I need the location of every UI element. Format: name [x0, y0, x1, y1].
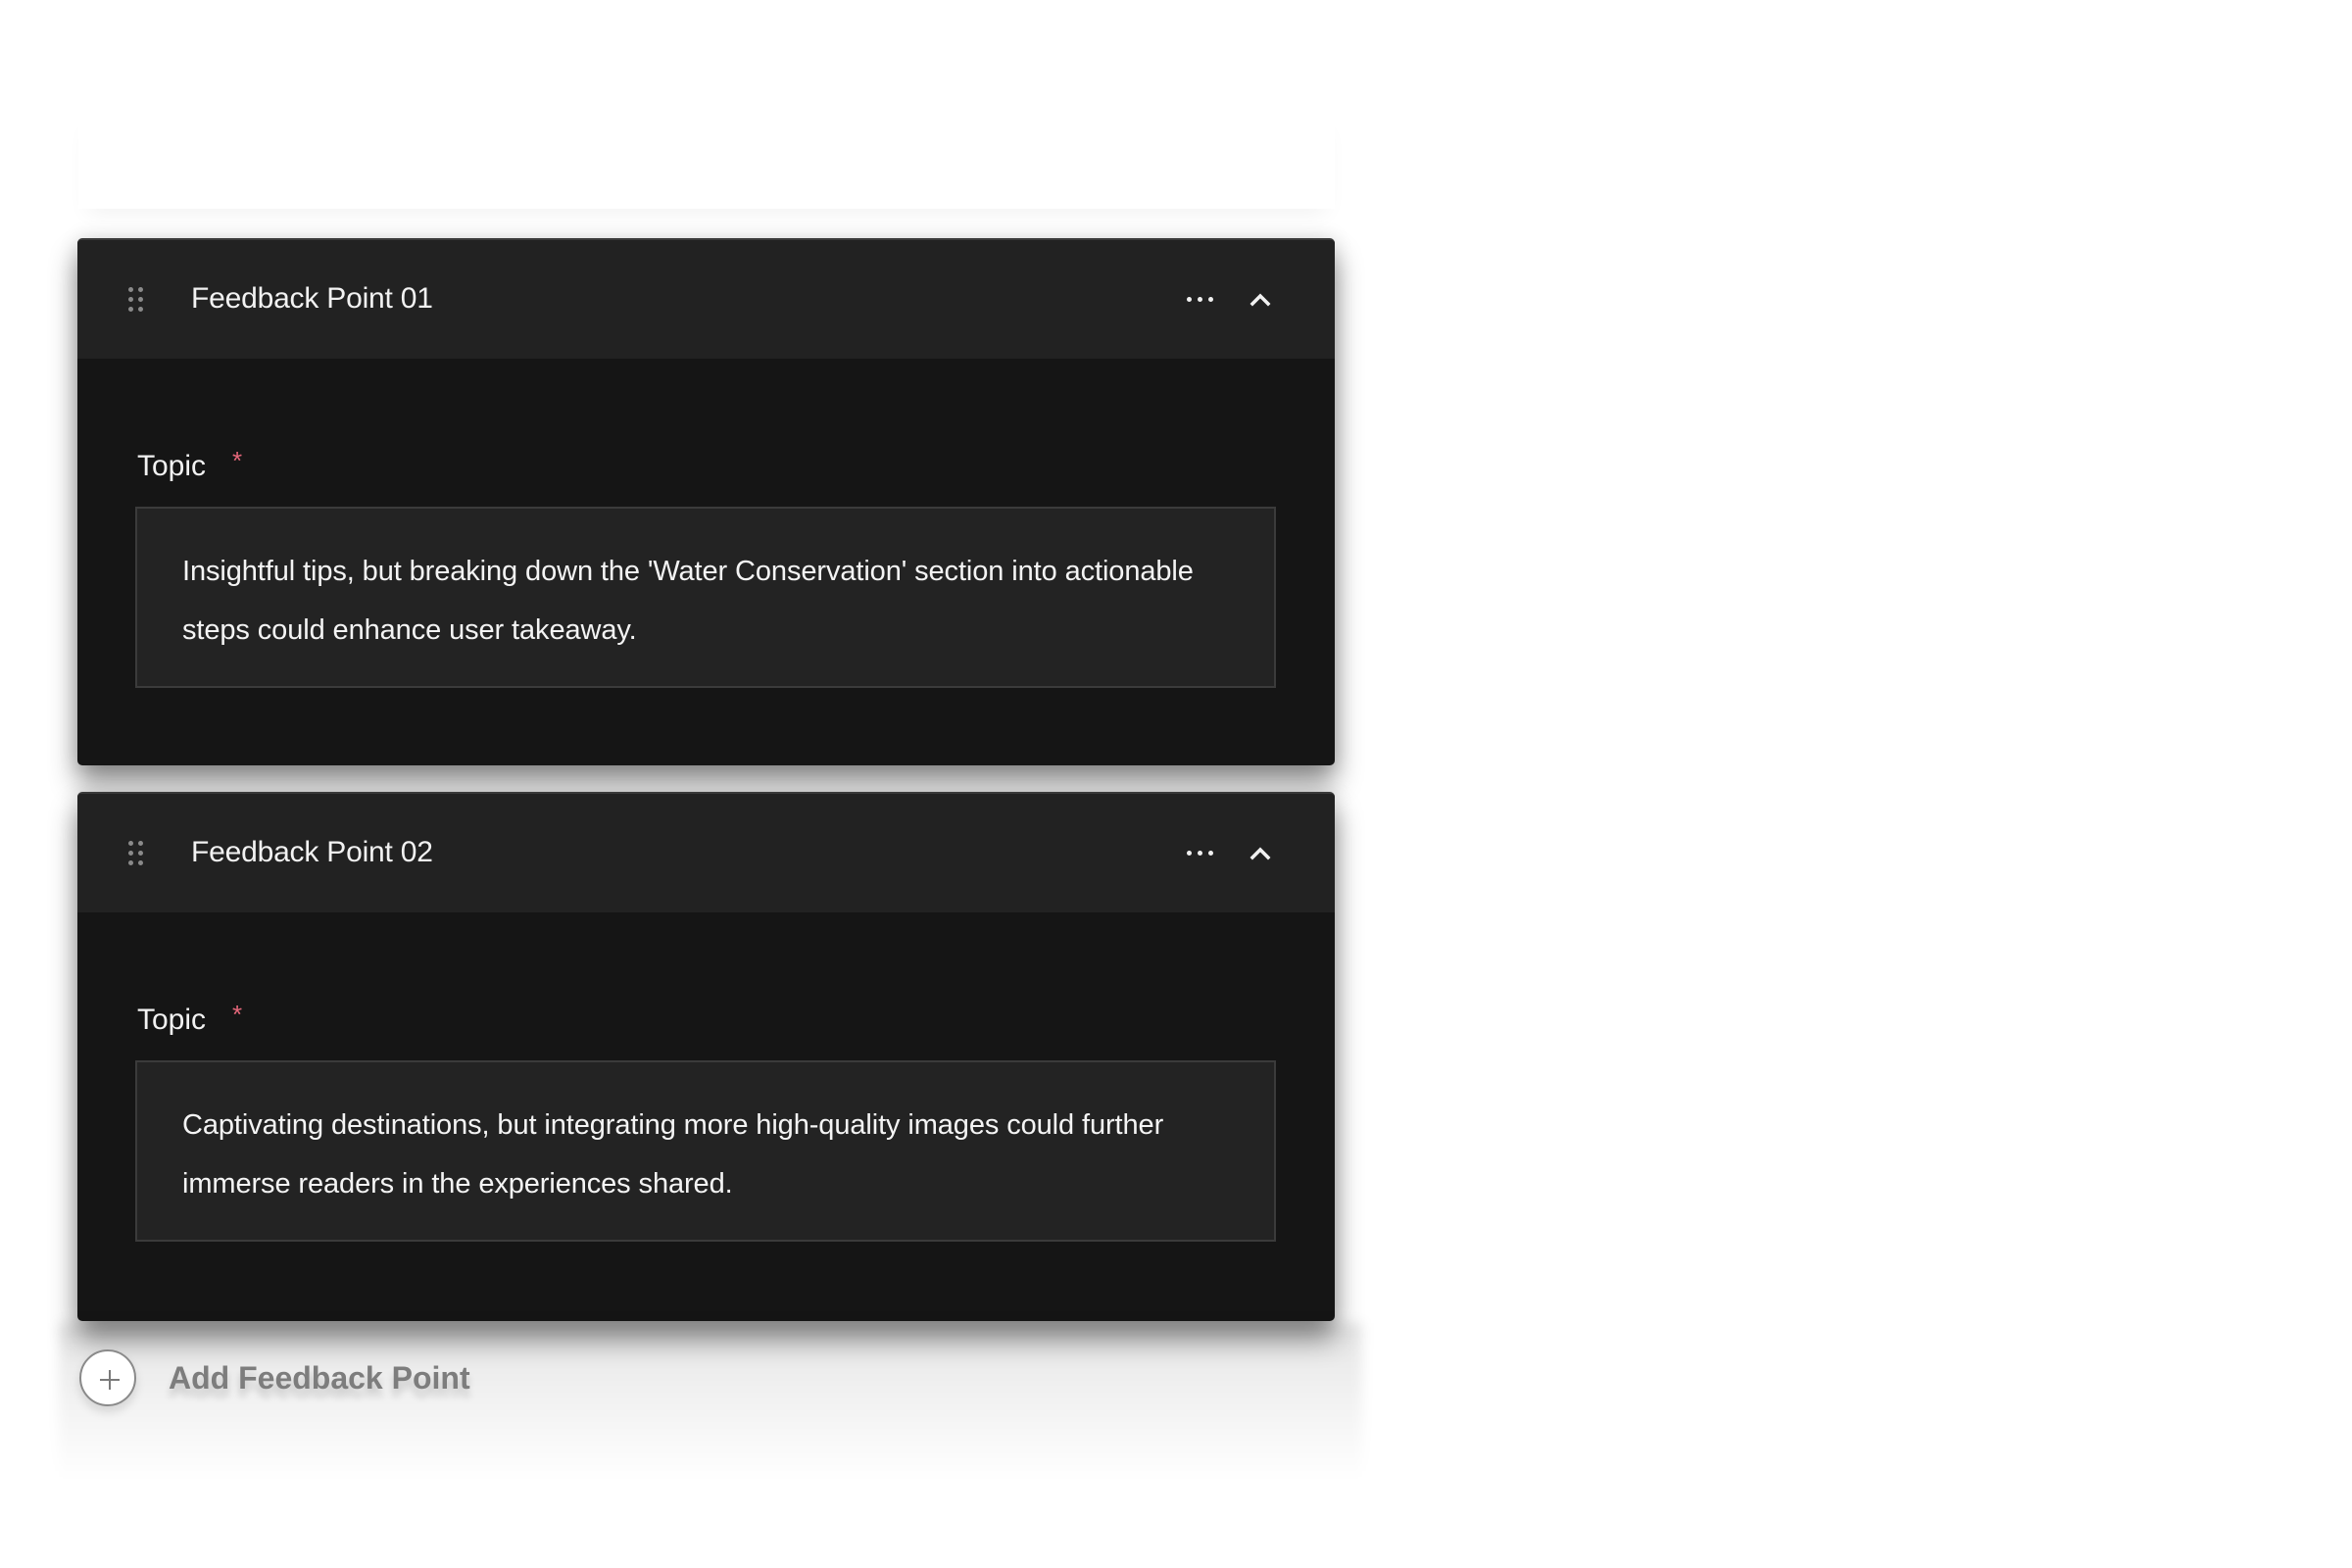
topic-textarea[interactable]: Insightful tips, but breaking down the '… [135, 507, 1276, 688]
more-options-button[interactable] [1175, 833, 1226, 872]
card-title: Feedback Point 01 [191, 282, 433, 315]
topic-label: Topic [137, 1004, 207, 1036]
plus-icon [100, 1370, 120, 1390]
drag-handle-icon[interactable] [128, 287, 144, 313]
card-header[interactable]: Feedback Point 02 [77, 794, 1335, 912]
feedback-point-card: Feedback Point 02 Topic * Captivating de… [77, 792, 1335, 1321]
card-title: Feedback Point 02 [191, 836, 433, 868]
chevron-up-icon [1250, 847, 1271, 860]
more-horizontal-icon [1187, 851, 1192, 856]
drag-handle-icon[interactable] [128, 841, 144, 866]
add-feedback-point-label[interactable]: Add Feedback Point [169, 1358, 470, 1397]
collapse-button[interactable] [1238, 833, 1283, 872]
add-circle[interactable] [79, 1349, 136, 1406]
more-horizontal-icon [1187, 297, 1192, 302]
required-indicator: * [232, 1000, 243, 1029]
feedback-editor: Feedback Point 01 Topic * Insightful tip… [0, 0, 2352, 1568]
more-options-button[interactable] [1175, 279, 1226, 318]
previous-card-fragment [78, 108, 1335, 209]
topic-textarea[interactable]: Captivating destinations, but integratin… [135, 1060, 1276, 1242]
collapse-button[interactable] [1238, 279, 1283, 318]
topic-label: Topic [137, 450, 207, 482]
card-shadow [59, 1323, 1362, 1480]
required-indicator: * [232, 446, 243, 475]
chevron-up-icon [1250, 293, 1271, 307]
feedback-point-card: Feedback Point 01 Topic * Insightful tip… [77, 238, 1335, 765]
card-header[interactable]: Feedback Point 01 [77, 240, 1335, 359]
